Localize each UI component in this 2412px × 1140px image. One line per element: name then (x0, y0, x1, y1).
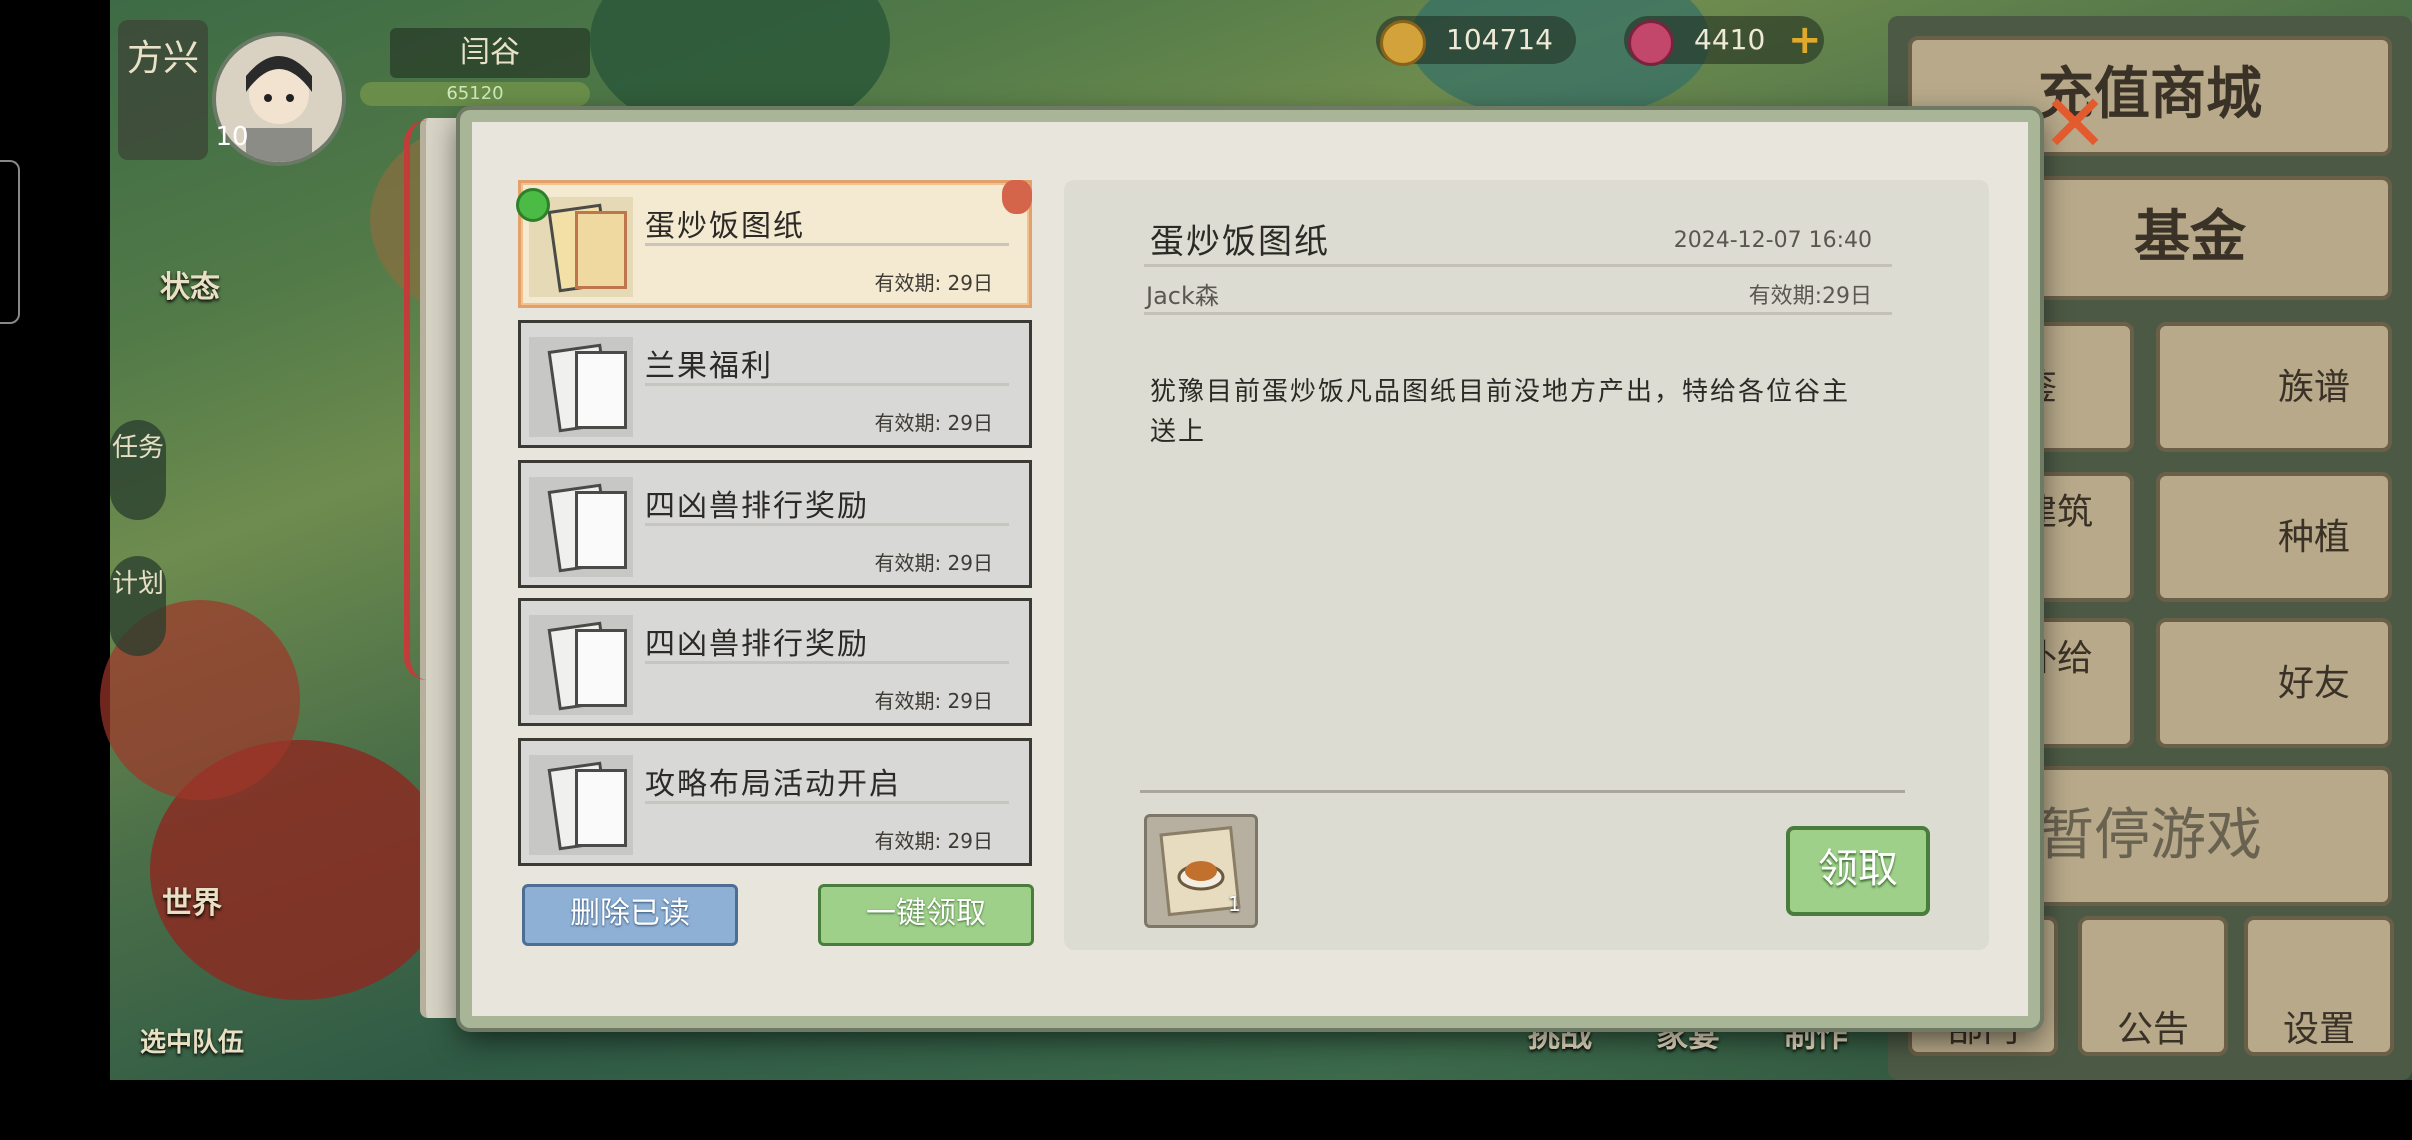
genealogy-button[interactable]: 族谱 (2156, 322, 2392, 452)
claim-all-button[interactable]: 一键领取 (818, 884, 1034, 946)
divider (1144, 312, 1892, 315)
mail-title: 蛋炒饭图纸 (645, 209, 805, 244)
status-label[interactable]: 状态 (160, 262, 260, 306)
mail-item[interactable]: 攻略布局活动开启 有效期: 29日 (518, 738, 1032, 866)
gold-amount: 104714 (1446, 23, 1553, 56)
unread-dot-icon (516, 188, 550, 222)
detail-title: 蛋炒饭图纸 (1150, 222, 1330, 262)
mail-title: 兰果福利 (645, 349, 773, 384)
mail-title: 四凶兽排行奖励 (645, 489, 869, 524)
reward-count: 1 (1228, 892, 1241, 916)
plan-button[interactable]: 计划 (110, 556, 166, 656)
detail-body: 犹豫目前蛋炒饭凡品图纸目前没地方产出，特给各位谷主送上 (1150, 377, 1851, 447)
delete-read-button[interactable]: 删除已读 (522, 884, 738, 946)
mail-title: 四凶兽排行奖励 (645, 627, 869, 662)
detail-sender: Jack森 (1146, 282, 1219, 310)
envelope-icon (529, 477, 633, 577)
envelope-icon (529, 337, 633, 437)
mail-item[interactable]: 四凶兽排行奖励 有效期: 29日 (518, 460, 1032, 588)
notice-button[interactable]: 公告 (2078, 916, 2228, 1056)
gem-icon (1628, 20, 1674, 66)
gem-amount: 4410 (1694, 23, 1766, 56)
plus-icon[interactable]: + (1788, 16, 1822, 64)
envelope-icon (529, 615, 633, 715)
reward-bag-icon (1002, 180, 1032, 214)
mail-expiry: 有效期: 29日 (874, 411, 993, 435)
gem-display: 4410 + (1624, 16, 1824, 66)
mail-title: 攻略布局活动开启 (645, 767, 901, 802)
mail-expiry: 有效期: 29日 (874, 829, 993, 853)
settings-button[interactable]: 设置 (2244, 916, 2394, 1056)
mail-item[interactable]: 四凶兽排行奖励 有效期: 29日 (518, 598, 1032, 726)
mail-expiry: 有效期: 29日 (874, 551, 993, 575)
phone-edge (0, 160, 20, 324)
envelope-icon (529, 755, 633, 855)
mail-expiry: 有效期: 29日 (874, 689, 993, 713)
mail-item[interactable]: 兰果福利 有效期: 29日 (518, 320, 1032, 448)
red-cord-decoration (404, 120, 450, 680)
divider (1144, 264, 1892, 267)
detail-expiry: 有效期:29日 (1748, 284, 1872, 309)
mail-expiry: 有效期: 29日 (874, 271, 993, 295)
coin-icon (1380, 20, 1426, 66)
task-button[interactable]: 任务 (110, 420, 166, 520)
player-level: 10 (215, 122, 249, 152)
world-button[interactable]: 世界 (162, 878, 222, 922)
gold-display: 104714 (1376, 16, 1576, 66)
select-team-button[interactable]: 选中队伍 (140, 1022, 244, 1059)
divider (1140, 790, 1905, 793)
claim-button[interactable]: 领取 (1786, 826, 1930, 916)
player-name: 闫谷 (390, 28, 590, 78)
mail-item[interactable]: 蛋炒饭图纸 有效期: 29日 (518, 180, 1032, 308)
realm-label: 方兴 (118, 20, 208, 160)
friends-button[interactable]: 好友 (2156, 618, 2392, 748)
exp-bar: 65120 (360, 82, 590, 106)
detail-date: 2024-12-07 16:40 (1673, 228, 1872, 253)
close-icon[interactable]: ✕ (2040, 84, 2110, 164)
plant-button[interactable]: 种植 (2156, 472, 2392, 602)
